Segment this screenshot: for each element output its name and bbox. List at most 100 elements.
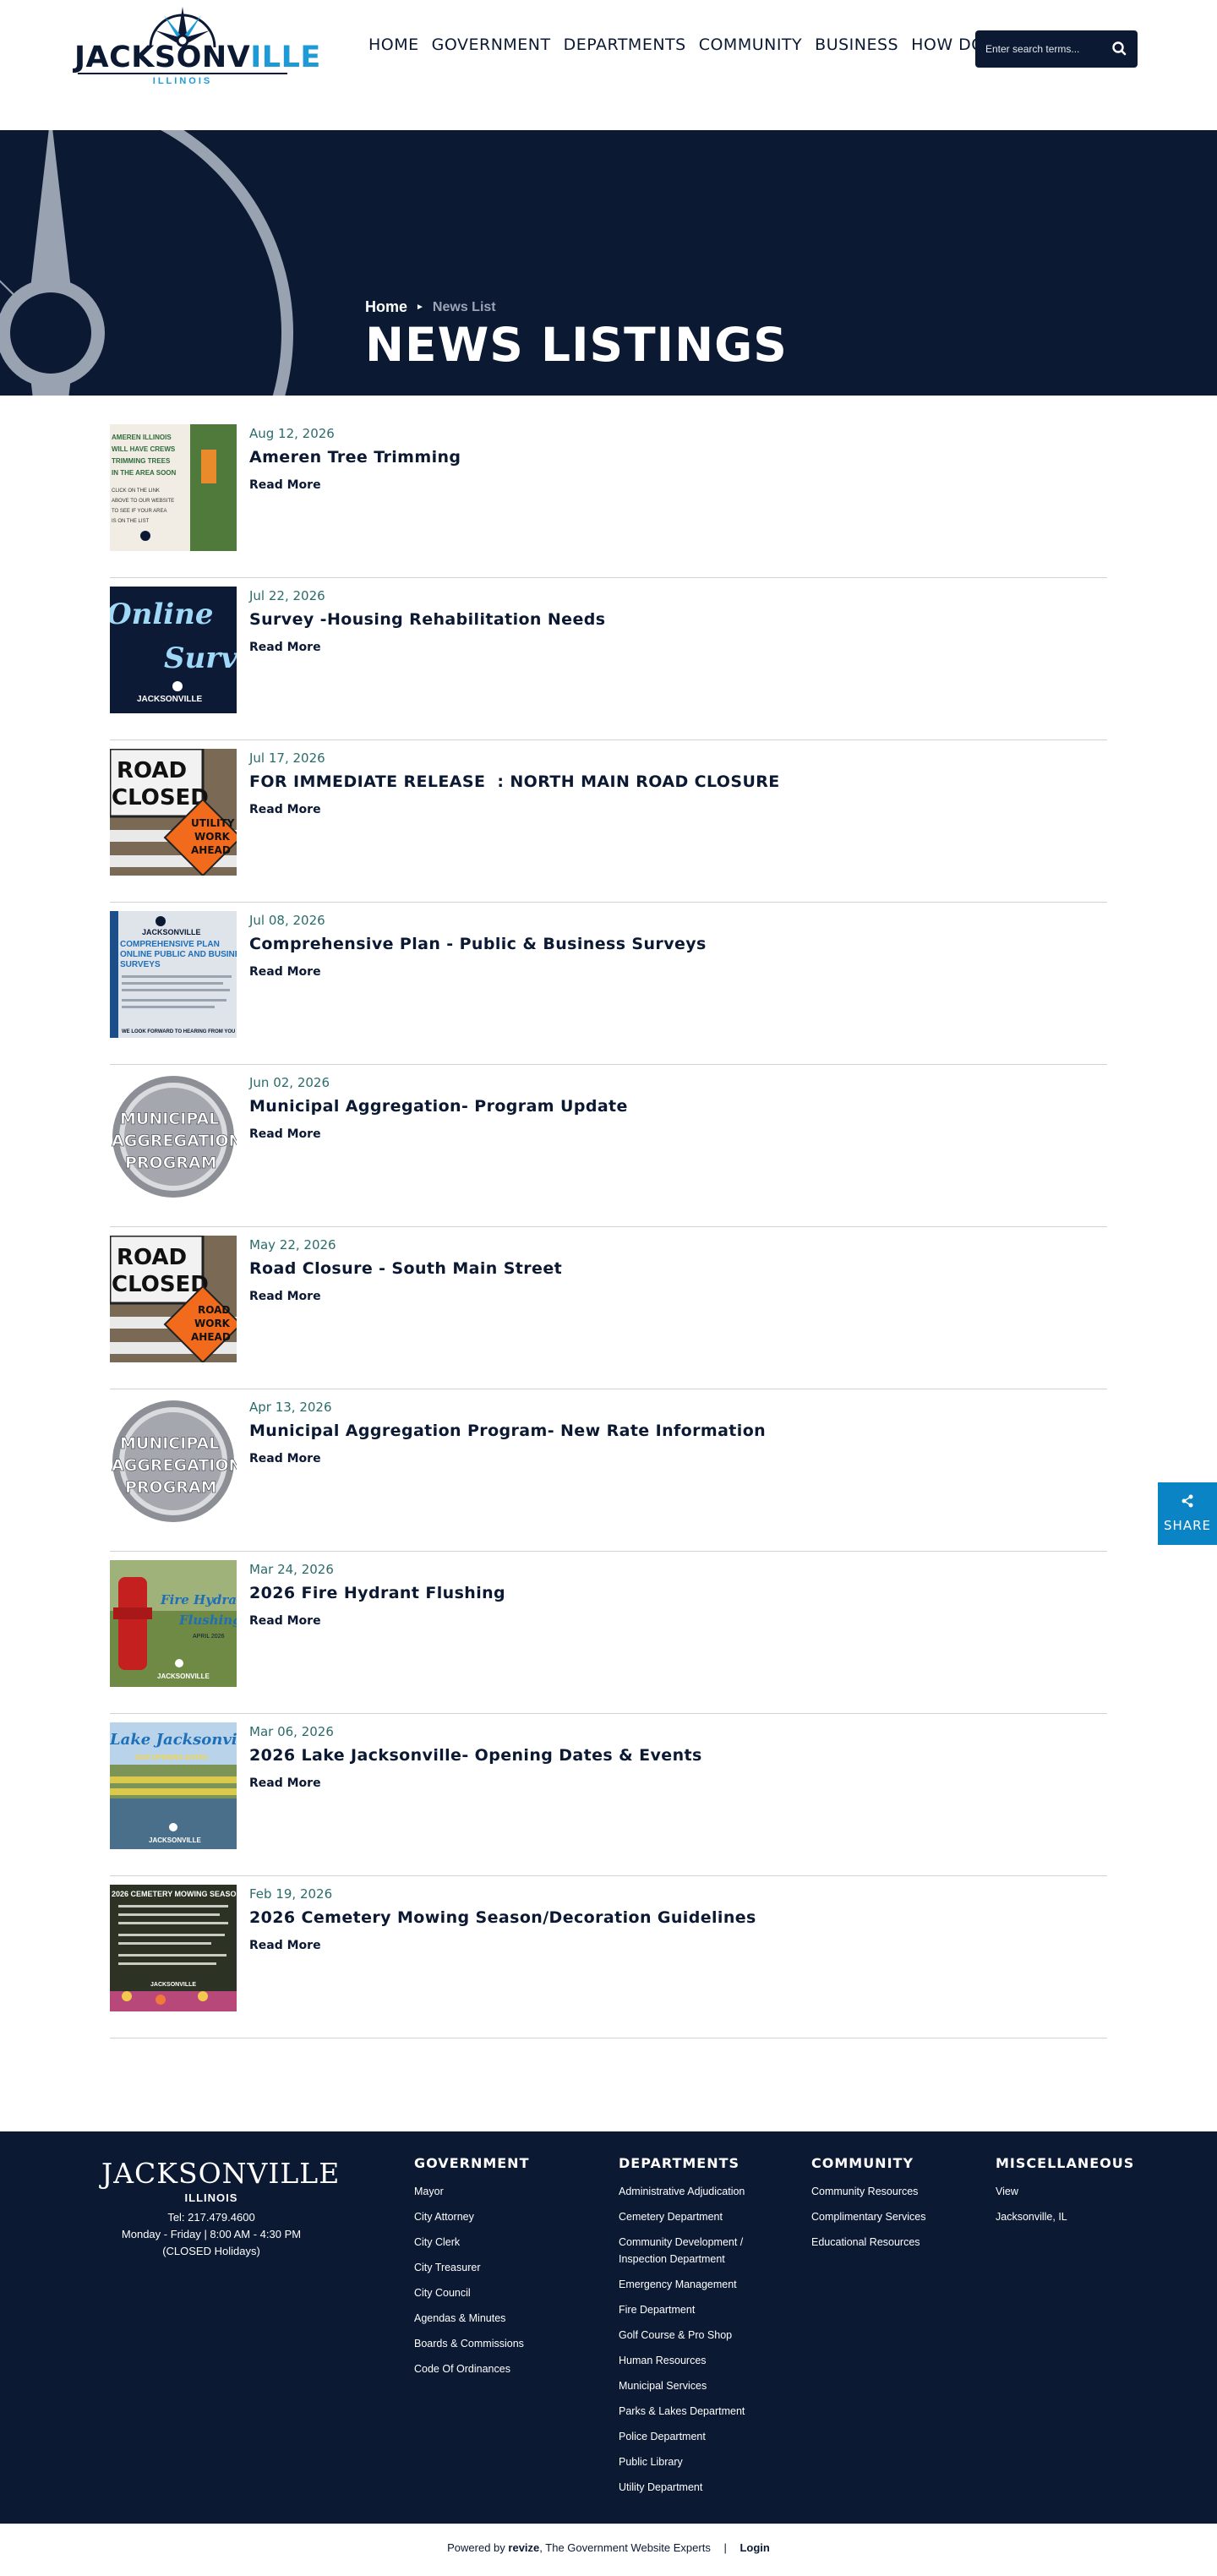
footer-link[interactable]: Agendas & Minutes [414, 2310, 529, 2327]
news-item: Lake Jacksonville 2026 OPENING DATES JAC… [110, 1714, 1107, 1876]
news-title[interactable]: Road Closure - South Main Street [249, 1259, 562, 1278]
svg-text:MUNICIPAL: MUNICIPAL [120, 1434, 219, 1453]
news-thumbnail[interactable]: Lake Jacksonville 2026 OPENING DATES JAC… [110, 1722, 237, 1849]
footer-link[interactable]: City Council [414, 2284, 529, 2301]
news-title[interactable]: Comprehensive Plan - Public & Business S… [249, 935, 707, 953]
cemetery-thumbnail-image: 2026 CEMETERY MOWING SEASON JACKSONVILLE [110, 1885, 237, 2011]
svg-text:WE LOOK FORWARD TO HEARING FRO: WE LOOK FORWARD TO HEARING FROM YOU [122, 1029, 235, 1034]
footer-link[interactable]: View [996, 2183, 1134, 2200]
revize-link[interactable]: revize [508, 2541, 539, 2554]
login-link[interactable]: Login [739, 2541, 769, 2554]
footer-link[interactable]: Administrative Adjudication [619, 2183, 771, 2200]
footer-brand: JACKSONVILLE ILLINOIS Tel: 217.479.4600 … [101, 2157, 341, 2260]
footer-link[interactable]: Mayor [414, 2183, 529, 2200]
footer-community-column: COMMUNITY Community Resources Compliment… [811, 2155, 925, 2259]
read-more-link[interactable]: Read More [249, 1452, 321, 1465]
nav-government[interactable]: GOVERNMENT [432, 35, 551, 54]
news-thumbnail[interactable]: JACKSONVILLE COMPREHENSIVE PLAN ONLINE P… [110, 911, 237, 1038]
read-more-link[interactable]: Read More [249, 1614, 321, 1628]
site-logo[interactable]: JACKSONVILLE ILLINOIS [74, 3, 320, 88]
footer-heading: DEPARTMENTS [619, 2155, 740, 2171]
svg-text:Flushing: Flushing [178, 1613, 237, 1628]
svg-text:MUNICIPAL: MUNICIPAL [120, 1110, 219, 1128]
read-more-link[interactable]: Read More [249, 641, 321, 654]
share-icon [1182, 1494, 1193, 1508]
news-title[interactable]: Ameren Tree Trimming [249, 448, 461, 467]
news-title[interactable]: 2026 Cemetery Mowing Season/Decoration G… [249, 1908, 756, 1927]
footer-link[interactable]: Parks & Lakes Department [619, 2403, 771, 2420]
svg-text:2026 CEMETERY MOWING SEASON: 2026 CEMETERY MOWING SEASON [112, 1890, 237, 1898]
read-more-link[interactable]: Read More [249, 803, 321, 816]
footer-logo-name: JACKSONVILLE [101, 2157, 341, 2190]
news-thumbnail[interactable]: 2026 CEMETERY MOWING SEASON JACKSONVILLE [110, 1885, 237, 2011]
footer-link[interactable]: Jacksonville, IL [996, 2208, 1134, 2225]
search-button[interactable] [1107, 37, 1131, 61]
nav-departments[interactable]: DEPARTMENTS [564, 35, 686, 54]
footer-link[interactable]: City Treasurer [414, 2259, 529, 2276]
footer-link[interactable]: Complimentary Services [811, 2208, 925, 2225]
news-thumbnail[interactable]: ROAD CLOSED UTILITY WORK AHEAD [110, 749, 237, 876]
search-input[interactable] [985, 41, 1104, 57]
svg-text:TO SEE IF YOUR AREA: TO SEE IF YOUR AREA [112, 509, 166, 514]
svg-text:AGGREGATION: AGGREGATION [112, 1456, 237, 1475]
footer-link[interactable]: Fire Department [619, 2301, 771, 2318]
news-thumbnail[interactable]: AMEREN ILLINOIS WILL HAVE CREWS TRIMMING… [110, 424, 237, 551]
svg-text:ABOVE TO OUR WEBSITE: ABOVE TO OUR WEBSITE [112, 499, 174, 504]
news-thumbnail[interactable]: MUNICIPAL AGGREGATION PROGRAM [110, 1398, 237, 1525]
footer-link[interactable]: Municipal Services [619, 2377, 771, 2394]
news-thumbnail[interactable]: MUNICIPAL AGGREGATION PROGRAM [110, 1073, 237, 1200]
footer-link[interactable]: Boards & Commissions [414, 2335, 529, 2352]
footer-link[interactable]: Emergency Management [619, 2276, 771, 2293]
news-date: Feb 19, 2026 [249, 1886, 333, 1902]
footer-phone[interactable]: Tel: 217.479.4600 [101, 2209, 321, 2226]
footer-link[interactable]: Public Library [619, 2453, 771, 2470]
breadcrumb-home[interactable]: Home [365, 298, 407, 316]
footer-link[interactable]: Human Resources [619, 2352, 771, 2369]
svg-text:AGGREGATION: AGGREGATION [112, 1132, 237, 1150]
news-title[interactable]: Municipal Aggregation- Program Update [249, 1097, 628, 1116]
footer-link[interactable]: Educational Resources [811, 2234, 925, 2251]
news-item: MUNICIPAL AGGREGATION PROGRAM Jun 02, 20… [110, 1065, 1107, 1227]
read-more-link[interactable]: Read More [249, 1776, 321, 1790]
read-more-link[interactable]: Read More [249, 1127, 321, 1141]
footer-closed-note: (CLOSED Holidays) [162, 2245, 260, 2257]
nav-community[interactable]: COMMUNITY [699, 35, 802, 54]
nav-home[interactable]: HOME [368, 35, 419, 54]
news-title[interactable]: 2026 Lake Jacksonville- Opening Dates & … [249, 1746, 702, 1765]
news-date: May 22, 2026 [249, 1237, 336, 1253]
read-more-link[interactable]: Read More [249, 965, 321, 979]
footer-link[interactable]: Code Of Ordinances [414, 2360, 529, 2377]
read-more-link[interactable]: Read More [249, 1939, 321, 1952]
svg-text:JACKSONVILLE: JACKSONVILLE [150, 1982, 196, 1988]
footer-link[interactable]: Utility Department [619, 2479, 771, 2496]
news-title[interactable]: Municipal Aggregation Program- New Rate … [249, 1422, 766, 1440]
svg-text:AMEREN ILLINOIS: AMEREN ILLINOIS [112, 434, 172, 441]
footer-link[interactable]: Cemetery Department [619, 2208, 771, 2225]
share-button[interactable]: SHARE [1158, 1482, 1217, 1545]
news-title[interactable]: 2026 Fire Hydrant Flushing [249, 1584, 505, 1602]
svg-text:ROAD: ROAD [117, 1245, 187, 1270]
news-title[interactable]: Survey -Housing Rehabilitation Needs [249, 610, 605, 629]
footer-link[interactable]: Police Department [619, 2428, 771, 2445]
nav-business[interactable]: BUSINESS [815, 35, 898, 54]
svg-text:IN THE AREA SOON: IN THE AREA SOON [112, 469, 177, 477]
svg-text:IS ON THE LIST: IS ON THE LIST [112, 519, 150, 524]
news-thumbnail[interactable]: ROAD CLOSED ROAD WORK AHEAD [110, 1236, 237, 1362]
powered-by-text: Powered by [447, 2541, 505, 2554]
footer-link[interactable]: City Clerk [414, 2234, 529, 2251]
read-more-link[interactable]: Read More [249, 478, 321, 492]
svg-text:PROGRAM: PROGRAM [125, 1154, 217, 1172]
news-thumbnail[interactable]: Fire Hydrant Flushing APRIL 2026 JACKSON… [110, 1560, 237, 1687]
survey-thumbnail-image: Online Survey JACKSONVILLE [110, 587, 237, 713]
footer-link[interactable]: Golf Course & Pro Shop [619, 2327, 771, 2344]
logo-state: ILLINOIS [152, 76, 213, 86]
svg-text:AHEAD: AHEAD [191, 1331, 231, 1343]
read-more-link[interactable]: Read More [249, 1290, 321, 1303]
news-thumbnail[interactable]: Online Survey JACKSONVILLE [110, 587, 237, 713]
footer-link[interactable]: Community Resources [811, 2183, 925, 2200]
news-title[interactable]: FOR IMMEDIATE RELEASE : NORTH MAIN ROAD … [249, 772, 780, 791]
footer-link[interactable]: City Attorney [414, 2208, 529, 2225]
footer-link[interactable]: Community Development / Inspection Depar… [619, 2234, 771, 2268]
breadcrumb: Home ► News List [365, 298, 496, 316]
news-item: 2026 CEMETERY MOWING SEASON JACKSONVILLE… [110, 1876, 1107, 2038]
